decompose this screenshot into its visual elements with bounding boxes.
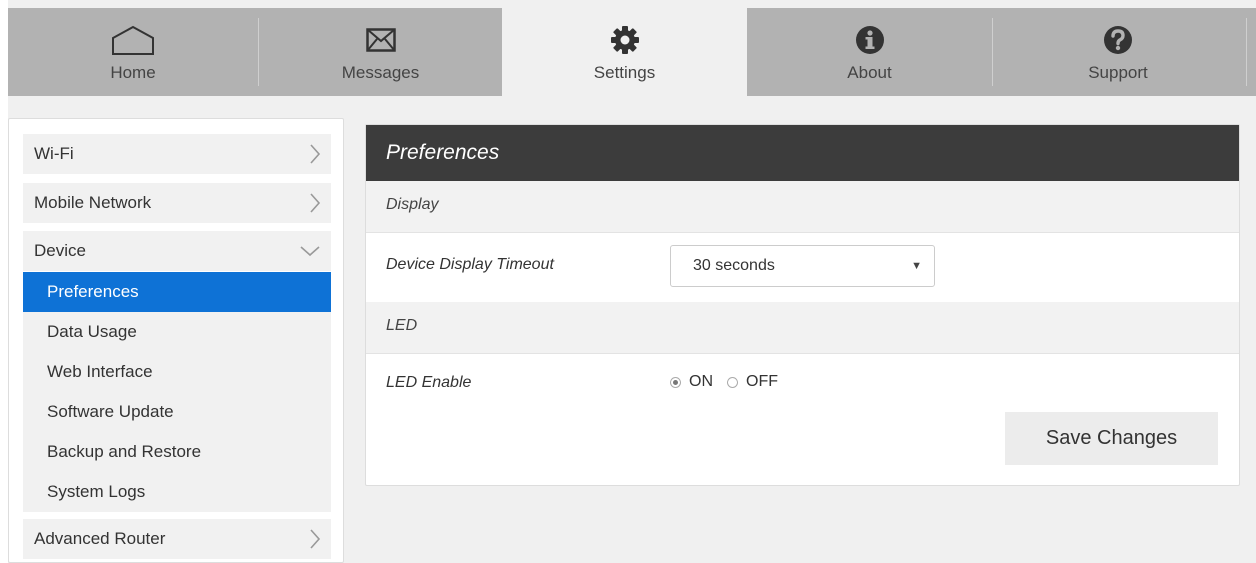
tab-label: Messages: [341, 63, 420, 82]
caret-down-icon: ▼: [911, 260, 922, 272]
preferences-panel: Preferences Display Device Display Timeo…: [365, 124, 1240, 486]
chevron-right-icon: [309, 519, 321, 559]
led-enable-label: LED Enable: [386, 374, 472, 391]
sidebar-subitem-preferences[interactable]: Preferences: [23, 272, 331, 312]
section-display: Display: [366, 181, 1239, 233]
tab-messages[interactable]: Messages: [259, 8, 502, 96]
top-nav: Home Messages Settings About Support: [8, 6, 1256, 96]
page: Home Messages Settings About Support Wi-…: [8, 0, 1256, 563]
tab-support[interactable]: Support: [993, 8, 1243, 96]
select-value: 30 seconds: [693, 257, 775, 274]
envelope-icon: [365, 22, 396, 58]
sidebar-item-device[interactable]: Device: [23, 231, 331, 271]
led-on-label[interactable]: ON: [689, 373, 713, 391]
chevron-right-icon: [309, 134, 321, 174]
display-timeout-select[interactable]: 30 seconds ▼: [670, 245, 935, 287]
sidebar-subitem-label: Web Interface: [47, 362, 153, 381]
sidebar-subitem-label: Data Usage: [47, 322, 137, 341]
led-off-label[interactable]: OFF: [746, 373, 778, 391]
sidebar: Wi-Fi Mobile Network Device Preferences …: [8, 118, 344, 563]
sidebar-subitem-web-interface[interactable]: Web Interface: [23, 352, 331, 392]
tab-about[interactable]: About: [747, 8, 992, 96]
sidebar-subitem-label: System Logs: [47, 482, 146, 501]
tab-home[interactable]: Home: [8, 8, 258, 96]
timeout-label: Device Display Timeout: [386, 256, 554, 273]
tab-label: About: [847, 63, 892, 82]
info-icon: [855, 22, 885, 58]
sidebar-subitem-system-logs[interactable]: System Logs: [23, 472, 331, 512]
sidebar-item-wifi[interactable]: Wi-Fi: [23, 134, 331, 174]
save-changes-button[interactable]: Save Changes: [1005, 412, 1218, 465]
tab-divider: [1246, 18, 1247, 86]
tab-label: Settings: [593, 63, 656, 82]
sidebar-subitem-backup-restore[interactable]: Backup and Restore: [23, 432, 331, 472]
sidebar-item-label: Wi-Fi: [34, 144, 74, 163]
led-off-radio[interactable]: [727, 376, 738, 388]
led-on-radio[interactable]: [670, 376, 681, 388]
led-radio-group: ON OFF: [670, 373, 792, 391]
sidebar-subitem-label: Software Update: [47, 402, 174, 421]
section-led: LED: [366, 302, 1239, 354]
panel-title: Preferences: [366, 125, 1239, 181]
home-icon: [109, 22, 157, 58]
sidebar-subitem-software-update[interactable]: Software Update: [23, 392, 331, 432]
sidebar-subitem-label: Preferences: [47, 282, 139, 301]
tab-settings[interactable]: Settings: [502, 6, 747, 96]
tab-label: Support: [1088, 63, 1148, 82]
sidebar-item-label: Device: [34, 241, 86, 260]
sidebar-item-label: Advanced Router: [34, 529, 166, 548]
gear-icon: [610, 22, 640, 58]
tab-label: Home: [110, 63, 156, 82]
sidebar-subitem-label: Backup and Restore: [47, 442, 202, 461]
sidebar-subitem-data-usage[interactable]: Data Usage: [23, 312, 331, 352]
chevron-right-icon: [309, 183, 321, 223]
chevron-down-icon: [299, 231, 321, 271]
question-icon: [1103, 22, 1133, 58]
sidebar-item-advanced-router[interactable]: Advanced Router: [23, 519, 331, 559]
sidebar-item-mobile-network[interactable]: Mobile Network: [23, 183, 331, 223]
sidebar-item-label: Mobile Network: [34, 193, 152, 212]
